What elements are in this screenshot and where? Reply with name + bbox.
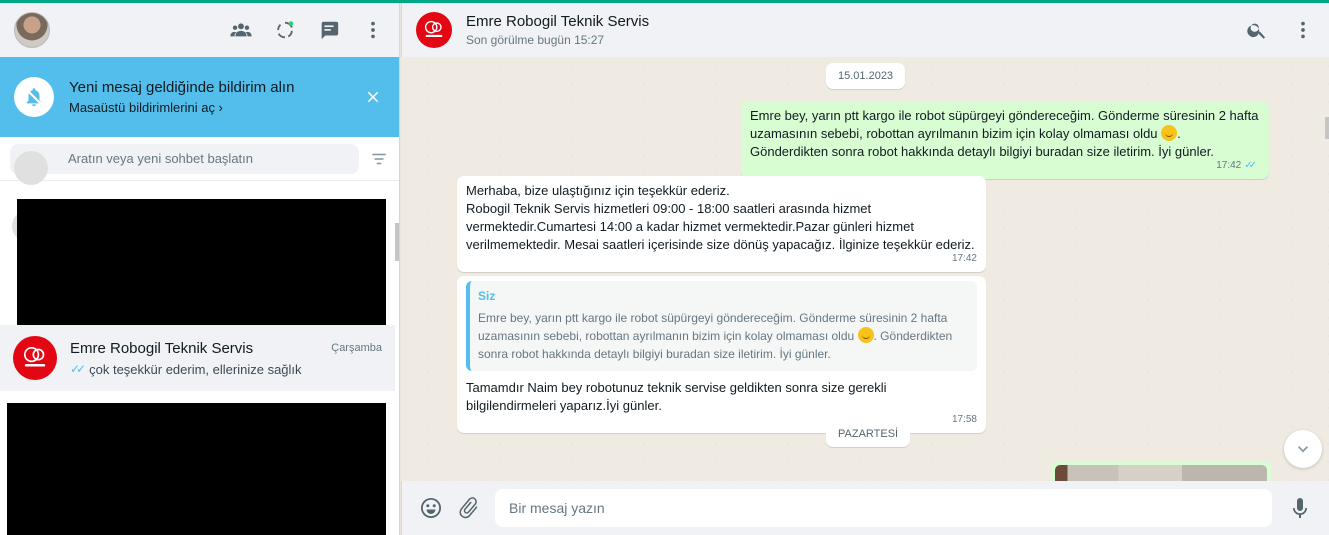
image-message[interactable]	[1051, 461, 1271, 481]
menu-icon	[371, 21, 375, 39]
unread-filter-button[interactable]	[369, 149, 389, 169]
message-text: Emre bey, yarın ptt kargo ile robot süpü…	[750, 108, 1259, 141]
close-icon	[367, 91, 379, 103]
search-input[interactable]	[68, 151, 328, 166]
message-time: 17:42	[1216, 160, 1242, 171]
chat-preview: çok teşekkür ederim, ellerinize sağlık	[89, 361, 302, 377]
filter-icon	[372, 153, 386, 164]
sidebar-header	[0, 3, 399, 57]
chat-list-scrollbar[interactable]	[395, 223, 399, 261]
chat-time: Çarşamba	[331, 342, 382, 354]
message-input[interactable]	[495, 489, 1272, 527]
search-messages-button[interactable]	[1245, 18, 1269, 42]
scroll-to-bottom-button[interactable]	[1284, 430, 1322, 468]
attach-icon	[459, 497, 478, 519]
partial-avatar	[14, 151, 48, 185]
message-area: 15.01.2023 Emre bey, yarın ptt kargo ile…	[401, 57, 1329, 481]
search-box[interactable]	[10, 143, 359, 174]
redacted-chat-item[interactable]	[7, 403, 386, 535]
my-avatar[interactable]	[14, 12, 50, 48]
emoji-button[interactable]	[419, 496, 443, 520]
status-button[interactable]	[273, 18, 297, 42]
menu-icon	[1301, 21, 1305, 39]
chevron-down-icon	[1298, 446, 1308, 453]
status-icon	[277, 21, 294, 39]
message-incoming-reply[interactable]: Siz Emre bey, yarın ptt kargo ile robot …	[457, 276, 986, 433]
robogil-logo-icon	[424, 20, 443, 37]
chat-item-emre-robogil[interactable]: Emre Robogil Teknik Servis Çarşamba ✓✓ ç…	[0, 325, 395, 391]
message-incoming[interactable]: Merhaba, bize ulaştığınız için teşekkür …	[457, 176, 986, 272]
communities-button[interactable]	[229, 18, 253, 42]
message-area-scrollbar[interactable]	[1325, 117, 1329, 139]
message-time: 17:42	[951, 253, 977, 264]
contact-avatar[interactable]	[416, 12, 452, 48]
conversation-menu-button[interactable]	[1291, 18, 1315, 42]
robogil-logo-icon	[23, 346, 46, 367]
smile-emoji-icon	[857, 327, 874, 343]
conversation-panel: Emre Robogil Teknik Servis Son görülme b…	[401, 3, 1329, 535]
redacted-chat-item[interactable]	[17, 199, 386, 329]
last-seen-status: Son görülme bugün 15:27	[466, 33, 605, 47]
date-separator: 15.01.2023	[826, 63, 906, 89]
message-text: Merhaba, bize ulaştığınız için teşekkür …	[466, 183, 730, 198]
attach-button[interactable]	[457, 496, 481, 520]
message-text: Robogil Teknik Servis hizmetleri 09:00 -…	[466, 201, 975, 252]
date-separator: PAZARTESİ	[826, 421, 911, 447]
notification-icon-circle	[14, 77, 54, 117]
top-accent-bar	[0, 0, 1329, 3]
new-chat-icon	[321, 21, 339, 40]
contact-name: Emre Robogil Teknik Servis	[466, 13, 650, 30]
mic-icon	[1293, 498, 1307, 518]
quote-author: Siz	[478, 289, 496, 303]
bell-off-icon	[25, 88, 43, 107]
chat-list-panel: Yeni mesaj geldiğinde bildirim alın Masa…	[0, 3, 400, 535]
message-outgoing[interactable]: Emre bey, yarın ptt kargo ile robot süpü…	[741, 101, 1269, 179]
search-icon	[1247, 23, 1266, 39]
image-thumbnail[interactable]	[1055, 465, 1267, 481]
search-row	[0, 137, 399, 181]
read-ticks-icon: ✓✓	[1244, 160, 1257, 171]
notification-title: Yeni mesaj geldiğinde bildirim alın	[69, 79, 295, 96]
notification-banner[interactable]: Yeni mesaj geldiğinde bildirim alın Masa…	[0, 57, 399, 137]
voice-message-button[interactable]	[1288, 496, 1312, 520]
new-chat-button[interactable]	[317, 18, 341, 42]
emoji-icon	[421, 498, 441, 518]
message-composer	[401, 481, 1329, 535]
message-text: Tamamdır Naim bey robotunuz teknik servi…	[466, 380, 887, 413]
sidebar-menu-button[interactable]	[361, 18, 385, 42]
communities-icon	[230, 23, 252, 37]
chat-avatar	[13, 336, 57, 380]
chat-list: Emre Robogil Teknik Servis Çarşamba ✓✓ ç…	[0, 151, 399, 535]
read-ticks-icon: ✓✓	[70, 362, 86, 376]
enable-desktop-notifications-link[interactable]: Masaüstü bildirimlerini aç ›	[69, 100, 294, 115]
quoted-message[interactable]: Siz Emre bey, yarın ptt kargo ile robot …	[466, 281, 977, 371]
smile-emoji-icon	[1161, 125, 1178, 141]
message-time: 17:58	[951, 414, 977, 425]
notification-close-button[interactable]	[361, 85, 385, 109]
conversation-header[interactable]: Emre Robogil Teknik Servis Son görülme b…	[401, 3, 1329, 57]
chat-name: Emre Robogil Teknik Servis	[70, 339, 254, 357]
